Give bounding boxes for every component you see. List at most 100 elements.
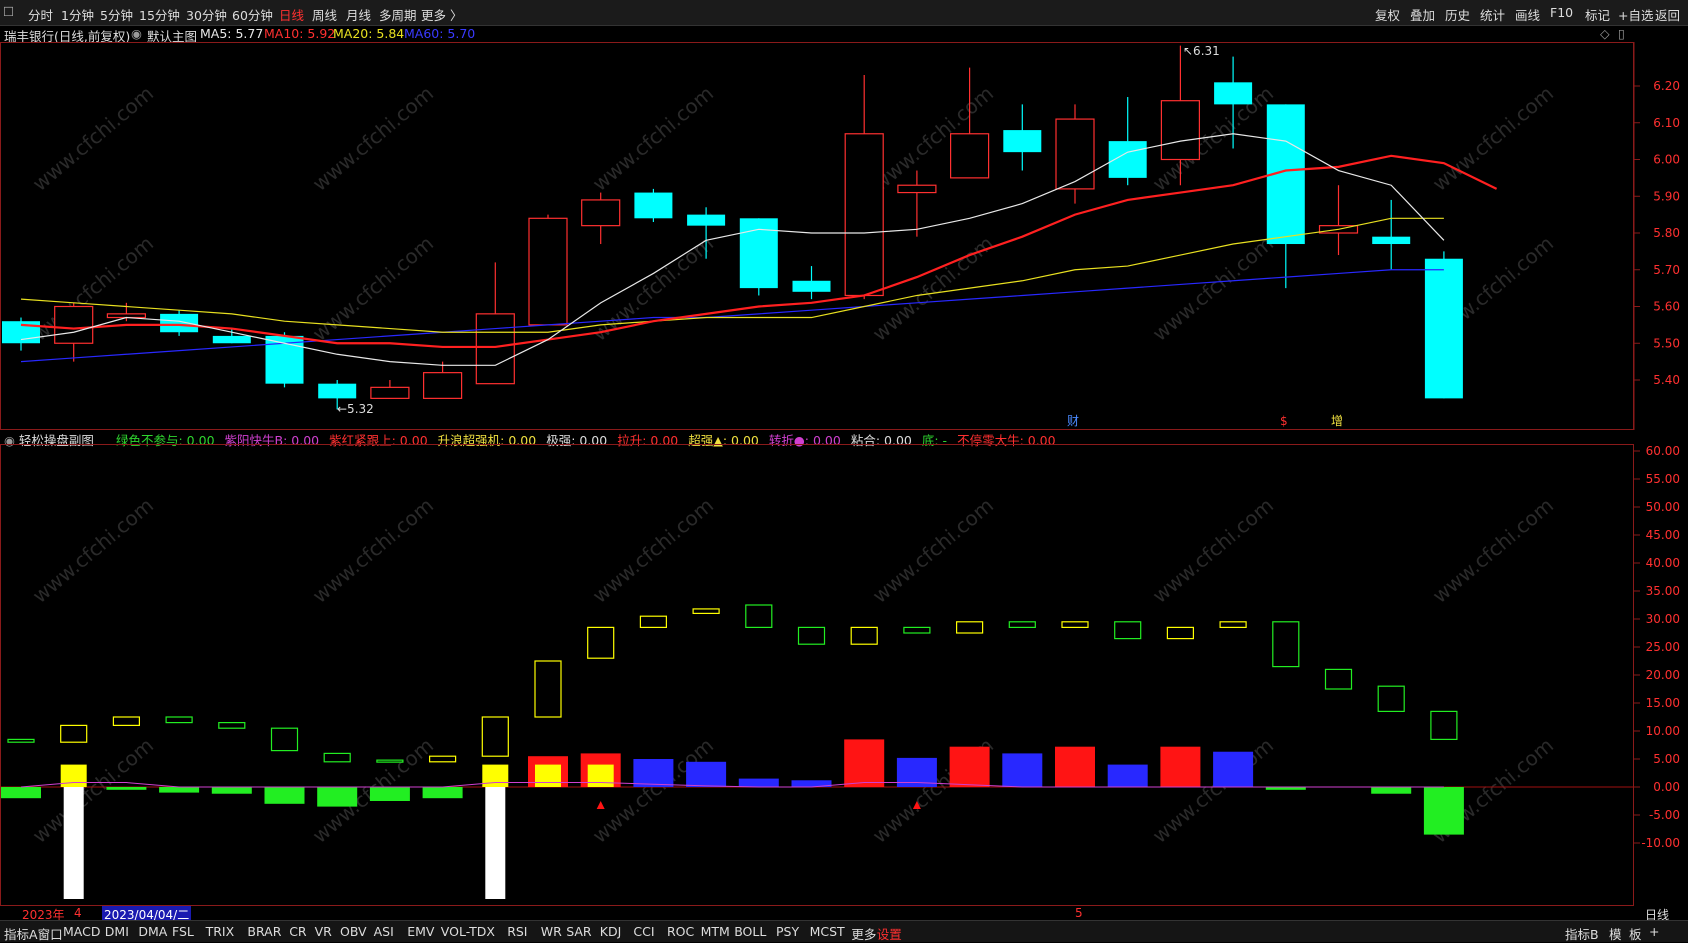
y-tick-label: 5.50 [1653, 336, 1680, 350]
solid-bar [1423, 787, 1464, 835]
period-monthly[interactable]: 月线 [346, 5, 371, 24]
indicator-tab[interactable]: ROC [667, 924, 694, 939]
y-tick-label: 5.60 [1653, 300, 1680, 314]
fuquan-button[interactable]: 复权 [1375, 5, 1400, 24]
period-30min[interactable]: 30分钟 [186, 5, 227, 24]
indicator-tab[interactable]: VR [315, 924, 332, 939]
solid-bar [422, 787, 463, 799]
indicator-tab[interactable]: BRAR [247, 924, 281, 939]
diamond-icon[interactable]: ◇ [1600, 26, 1610, 41]
hollow-bar [797, 626, 826, 645]
indicator-tab[interactable]: RSI [507, 924, 527, 939]
period-fenshi[interactable]: 分时 [28, 5, 53, 24]
indicator-tab[interactable]: KDJ [600, 924, 622, 939]
solid-bar [1055, 746, 1095, 787]
indicator-tab[interactable]: 设置 [877, 924, 902, 943]
period-daily[interactable]: 日线 [279, 5, 304, 24]
period-weekly[interactable]: 周线 [312, 5, 337, 24]
f10-button[interactable]: F10 [1550, 5, 1573, 20]
y-tick-label: 5.40 [1653, 373, 1680, 387]
y-tick-label: 15.00 [1646, 696, 1680, 710]
right-tab[interactable]: + [1649, 924, 1659, 939]
indicator-tab[interactable]: MCST [810, 924, 845, 939]
indicator-tab[interactable]: DMA [138, 924, 167, 939]
indicator-chart[interactable]: www.cfchi.com www.cfchi.com www.cfchi.com w… [0, 444, 1688, 906]
indicator-tab[interactable]: ASI [374, 924, 394, 939]
watermark-text: www.cfchi.com [588, 81, 718, 196]
candlestick-chart[interactable]: www.cfchi.com www.cfchi.com www.cfchi.com w… [0, 42, 1688, 430]
draw-button[interactable]: 画线 [1515, 5, 1540, 24]
increase-marker[interactable]: 增 [1331, 414, 1343, 428]
finance-marker[interactable]: 财 [1067, 414, 1079, 428]
watermark-text: www.cfchi.com [28, 493, 158, 608]
mark-button[interactable]: 标记 [1585, 5, 1610, 24]
watermark-text: www.cfchi.com [1428, 493, 1558, 608]
candle-body [212, 335, 251, 344]
period-60min[interactable]: 60分钟 [232, 5, 273, 24]
solid-bar [1213, 751, 1254, 787]
hollow-bar [481, 716, 509, 757]
ma5-line [20, 133, 1445, 366]
indicator-tab[interactable]: 指标A [4, 924, 38, 943]
candle-body [687, 214, 726, 226]
hollow-bar [1008, 621, 1036, 629]
indicator-tab[interactable]: CR [289, 924, 306, 939]
hollow-bar [112, 716, 141, 726]
candle-body [897, 184, 937, 194]
overlay-button[interactable]: 叠加 [1410, 5, 1435, 24]
period-1min[interactable]: 1分钟 [61, 5, 94, 24]
back-button[interactable]: 返回 [1655, 5, 1680, 24]
ma5-label: MA5: 5.77 [200, 26, 264, 41]
indicator-tab[interactable]: TRIX [206, 924, 235, 939]
dividend-marker[interactable]: $ [1280, 414, 1288, 428]
period-toolbar: ☐ 分时 1分钟 5分钟 15分钟 30分钟 60分钟 日线 周线 月线 多周期… [0, 0, 1688, 26]
watermark-text: www.cfchi.com [868, 493, 998, 608]
ma10-label: MA10: 5.92 [264, 26, 336, 41]
candle-body [1160, 100, 1201, 161]
candle-body [2, 321, 40, 344]
hollow-bar [955, 621, 984, 634]
indicator-tab[interactable]: VOL-TDX [441, 924, 495, 939]
hollow-bar [270, 727, 299, 752]
candle-body [528, 217, 568, 326]
solid-bar [633, 759, 674, 787]
indicator-tab[interactable]: MTM [701, 924, 730, 939]
history-button[interactable]: 历史 [1445, 5, 1470, 24]
y-tick-label: 25.00 [1646, 640, 1680, 654]
right-tab[interactable]: 板 [1629, 924, 1642, 943]
menu-icon[interactable]: ☐ [3, 4, 14, 19]
indicator-tab[interactable]: 窗口 [38, 924, 63, 943]
period-5min[interactable]: 5分钟 [100, 5, 133, 24]
watermark-text: www.cfchi.com [308, 493, 438, 608]
add-watchlist-button[interactable]: +自选 [1618, 5, 1653, 24]
low-price-label: ←5.32 [337, 402, 374, 416]
y-tick-label: 6.20 [1653, 79, 1680, 93]
indicator-tab[interactable]: PSY [776, 924, 799, 939]
indicator-tab[interactable]: OBV [340, 924, 367, 939]
hollow-bar [903, 626, 931, 634]
right-tab[interactable]: 模 [1609, 924, 1622, 943]
indicator-tab[interactable]: 更多 [851, 924, 876, 943]
indicator-tab[interactable]: WR [541, 924, 562, 939]
period-multi[interactable]: 多周期 [379, 5, 417, 24]
candle-body [949, 133, 990, 179]
solid-bar [738, 778, 779, 787]
period-15min[interactable]: 15分钟 [139, 5, 180, 24]
stats-button[interactable]: 统计 [1480, 5, 1505, 24]
indicator-tab[interactable]: EMV [407, 924, 434, 939]
indicator-tab[interactable]: MACD [63, 924, 100, 939]
watermark-text: www.cfchi.com [1148, 493, 1278, 608]
indicator-tab[interactable]: FSL [172, 924, 194, 939]
indicator-tab[interactable]: CCI [633, 924, 654, 939]
y-tick-label: 30.00 [1646, 612, 1680, 626]
indicator-tab[interactable]: SAR [566, 924, 591, 939]
period-more[interactable]: 更多 〉 [421, 5, 462, 24]
white-bar [63, 787, 84, 899]
right-tab[interactable]: 指标B [1565, 924, 1599, 943]
template-circle-icon[interactable]: ◉ [131, 26, 142, 41]
candle-body [160, 313, 199, 333]
window-icon[interactable]: ▯ [1618, 26, 1625, 41]
indicator-tab[interactable]: DMI [105, 924, 129, 939]
indicator-tab[interactable]: BOLL [734, 924, 766, 939]
hollow-bar [323, 752, 351, 763]
